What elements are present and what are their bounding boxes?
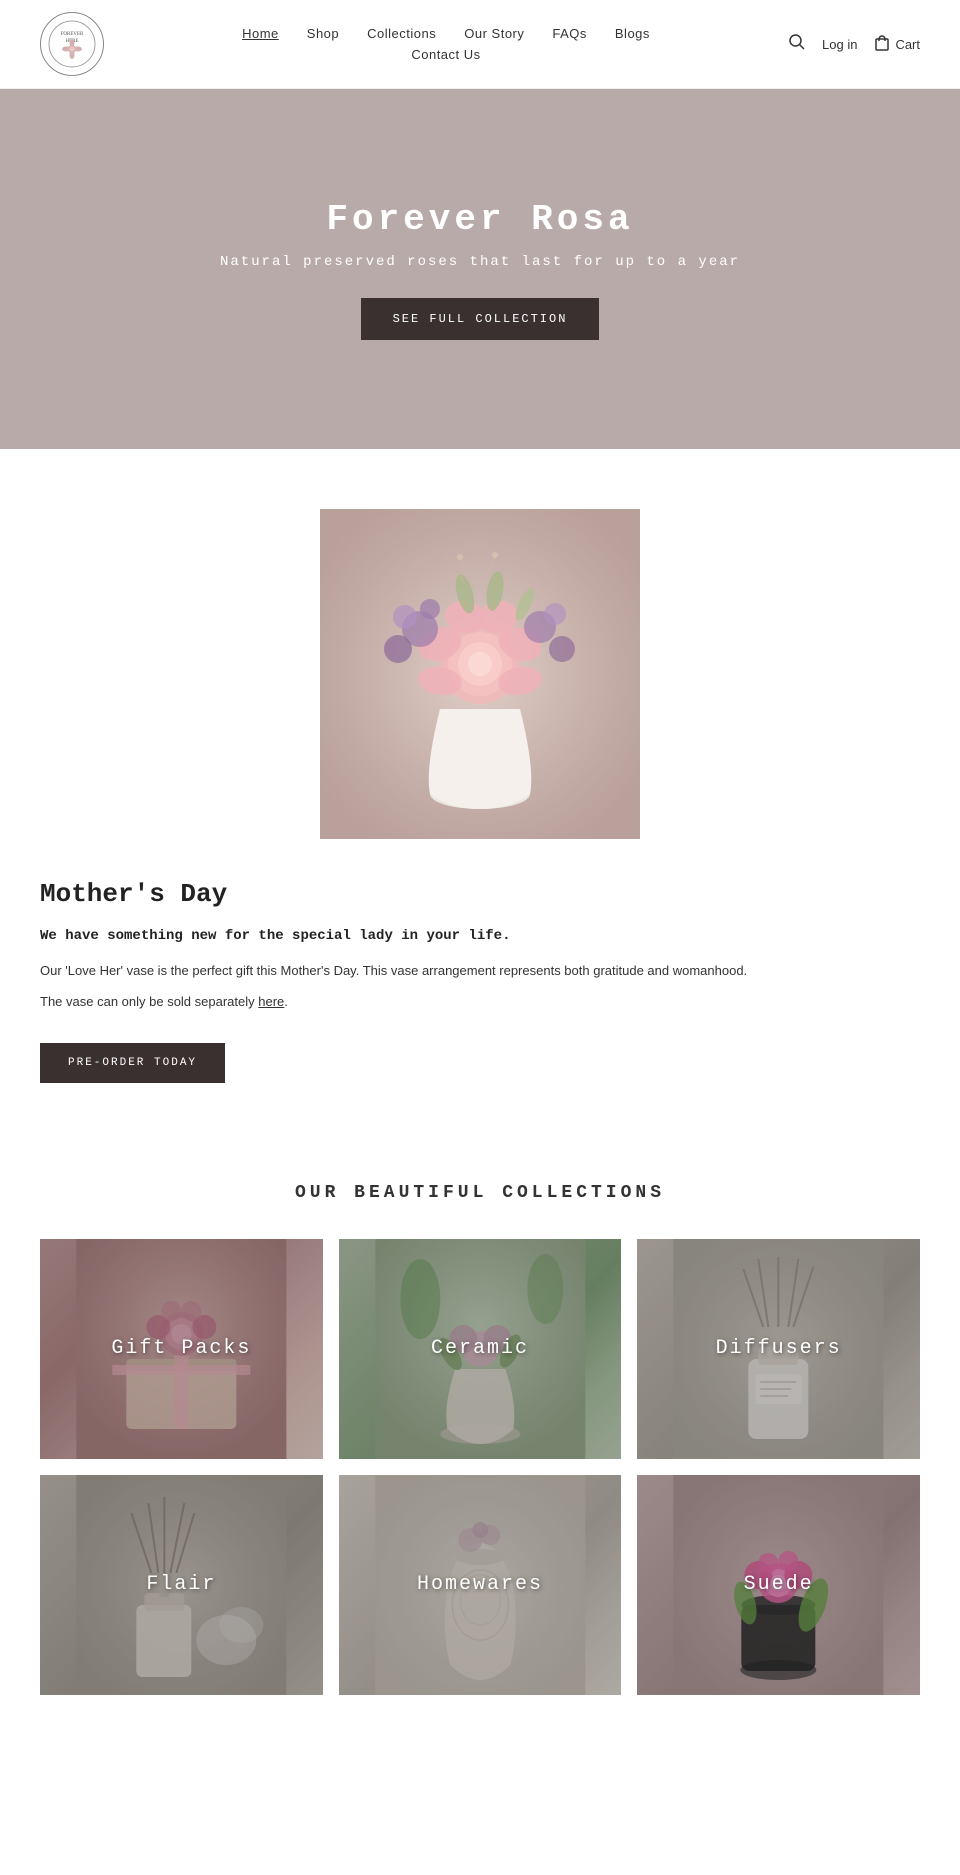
- nav-top-row: Home Shop Collections Our Story FAQs Blo…: [242, 26, 650, 41]
- collection-flair-label: Flair: [40, 1475, 323, 1695]
- collections-section: OUR BEAUTIFUL COLLECTIONS: [0, 1123, 960, 1755]
- here-link[interactable]: here: [258, 994, 284, 1009]
- product-image-placeholder: [320, 509, 640, 839]
- collection-gift-packs-label: Gift Packs: [40, 1239, 323, 1459]
- collections-grid: Gift Packs: [40, 1239, 920, 1695]
- preorder-button[interactable]: PRE-ORDER TODAY: [40, 1043, 225, 1083]
- collection-homewares-label: Homewares: [339, 1475, 622, 1695]
- featured-bold-line: We have something new for the special la…: [40, 925, 920, 947]
- featured-image: [320, 509, 640, 839]
- main-nav: Home Shop Collections Our Story FAQs Blo…: [104, 26, 788, 62]
- nav-blogs[interactable]: Blogs: [615, 26, 650, 41]
- logo[interactable]: FOREVER HERE: [40, 12, 104, 76]
- hero-section: Forever Rosa Natural preserved roses tha…: [0, 89, 960, 449]
- featured-body1: Our 'Love Her' vase is the perfect gift …: [40, 961, 920, 982]
- collection-suede-label: Suede: [637, 1475, 920, 1695]
- login-link[interactable]: Log in: [822, 37, 857, 52]
- nav-home[interactable]: Home: [242, 26, 279, 41]
- search-icon: [788, 35, 806, 55]
- nav-contact[interactable]: Contact Us: [411, 47, 480, 62]
- nav-faqs[interactable]: FAQs: [552, 26, 587, 41]
- header-icons: Log in Cart: [788, 33, 920, 56]
- site-header: FOREVER HERE Home Shop Collections Our S…: [0, 0, 960, 89]
- collection-gift-packs[interactable]: Gift Packs: [40, 1239, 323, 1459]
- nav-shop[interactable]: Shop: [307, 26, 339, 41]
- hero-title: Forever Rosa: [326, 199, 633, 240]
- collection-ceramic[interactable]: Ceramic: [339, 1239, 622, 1459]
- featured-section: Mother's Day We have something new for t…: [0, 449, 960, 1123]
- search-button[interactable]: [788, 33, 806, 56]
- featured-text-block: Mother's Day We have something new for t…: [40, 879, 920, 1083]
- cart-icon: [873, 34, 891, 55]
- collection-homewares[interactable]: Homewares: [339, 1475, 622, 1695]
- cart-link[interactable]: Cart: [873, 34, 920, 55]
- featured-body2: The vase can only be sold separately her…: [40, 992, 920, 1013]
- logo-circle: FOREVER HERE: [40, 12, 104, 76]
- nav-collections[interactable]: Collections: [367, 26, 436, 41]
- see-full-collection-button[interactable]: SEE FULL COLLECTION: [361, 298, 600, 340]
- svg-text:FOREVER: FOREVER: [61, 32, 84, 37]
- collections-section-title: OUR BEAUTIFUL COLLECTIONS: [40, 1183, 920, 1203]
- cart-label: Cart: [895, 37, 920, 52]
- nav-our-story[interactable]: Our Story: [464, 26, 524, 41]
- collection-suede[interactable]: Suede: [637, 1475, 920, 1695]
- nav-bottom-row: Contact Us: [411, 47, 480, 62]
- collection-diffusers[interactable]: Diffusers: [637, 1239, 920, 1459]
- collection-diffusers-label: Diffusers: [637, 1239, 920, 1459]
- hero-subtitle: Natural preserved roses that last for up…: [220, 254, 740, 270]
- featured-heading: Mother's Day: [40, 879, 920, 909]
- collection-flair[interactable]: Flair: [40, 1475, 323, 1695]
- collection-ceramic-label: Ceramic: [339, 1239, 622, 1459]
